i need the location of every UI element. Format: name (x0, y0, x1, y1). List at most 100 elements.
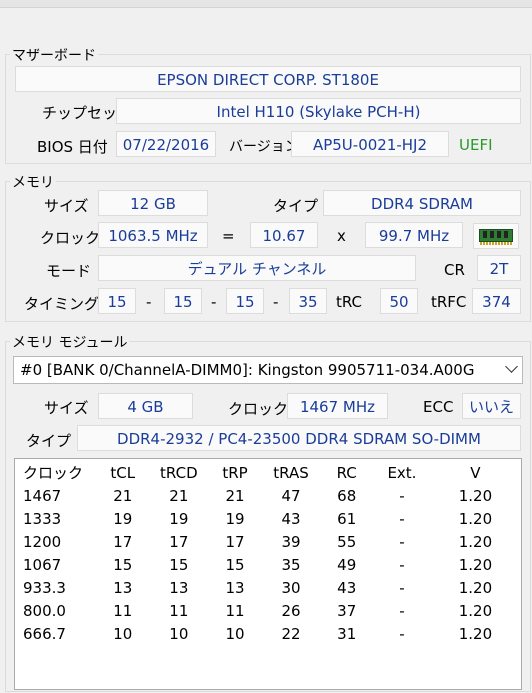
spd-cell: 17 (225, 532, 245, 551)
spd-cell: 15 (113, 555, 133, 574)
motherboard-name: EPSON DIRECT CORP. ST180E (15, 66, 521, 92)
spd-cell: 55 (337, 532, 357, 551)
memory-clock-label: クロック (40, 229, 101, 247)
chipset-value: Intel H110 (Skylake PCH-H) (116, 98, 521, 124)
timing-dash: - (273, 293, 279, 311)
bios-version-value: AP5U-0021-HJ2 (291, 131, 449, 157)
spd-cell: - (399, 578, 405, 597)
spd-cell: 13 (113, 578, 133, 597)
spd-cell: 1.20 (458, 509, 493, 528)
memory-clock-value: 1063.5 MHz (98, 222, 208, 248)
spd-cell: - (399, 624, 405, 643)
spd-cell: 1.20 (458, 486, 493, 505)
spd-cell: 19 (225, 509, 245, 528)
spd-cell: 10 (113, 624, 133, 643)
memory-slot-select[interactable]: #0 [BANK 0/ChannelA-DIMM0]: Kingston 990… (13, 356, 523, 384)
timing-dash: - (211, 293, 217, 311)
trc-value: 50 (380, 288, 418, 314)
spd-cell: 30 (281, 578, 301, 597)
memory-mode-value: デュアル チャンネル (98, 255, 416, 281)
table-row: 800.0 11 11 11 26 37 - 1.20 (15, 599, 521, 622)
cr-value: 2T (477, 255, 521, 281)
uefi-indicator: UEFI (459, 136, 493, 154)
memory-module-icon (473, 223, 519, 249)
memory-size-label: サイズ (44, 197, 89, 215)
trfc-label: tRFC (431, 293, 467, 311)
timing-dash: - (146, 293, 152, 311)
spd-cell: - (399, 509, 405, 528)
spd-cell: 21 (169, 486, 189, 505)
spd-header-tcl: tCL (110, 463, 136, 482)
timing-tcl-value: 15 (98, 288, 136, 314)
module-size-value: 4 GB (98, 393, 193, 419)
trfc-value: 374 (472, 288, 521, 314)
spd-cell: 68 (337, 486, 357, 505)
ecc-value: いいえ (462, 393, 521, 419)
memory-module-group-title: メモリ モジュール (10, 332, 130, 352)
spd-cell: 11 (169, 601, 189, 620)
memory-bclk-value: 99.7 MHz (365, 222, 463, 248)
spd-cell: 11 (225, 601, 245, 620)
spd-cell: 19 (113, 509, 133, 528)
spd-cell: 1.20 (458, 532, 493, 551)
spd-cell: 11 (113, 601, 133, 620)
spd-cell: 61 (337, 509, 357, 528)
spd-header-tras: tRAS (273, 463, 309, 482)
spd-cell: 17 (169, 532, 189, 551)
spd-cell: 19 (169, 509, 189, 528)
memory-mode-label: モード (46, 262, 92, 280)
spd-cell: 31 (337, 624, 357, 643)
timing-trp-value: 15 (226, 288, 264, 314)
spd-cell: 933.3 (23, 578, 66, 597)
cr-label: CR (444, 261, 465, 279)
spd-cell: 17 (113, 532, 133, 551)
spd-cell: 13 (225, 578, 245, 597)
spd-cell: 43 (337, 578, 357, 597)
motherboard-group-title: マザーボード (10, 45, 98, 65)
memory-type-value: DDR4 SDRAM (323, 190, 521, 216)
spd-cell: - (399, 532, 405, 551)
spd-header-ext: Ext. (387, 463, 417, 482)
spd-header-row: クロック tCL tRCD tRP tRAS RC Ext. V (15, 461, 521, 484)
bios-date-value: 07/22/2016 (116, 131, 216, 157)
module-clock-value: 1467 MHz (287, 393, 388, 419)
module-type-label: タイプ (26, 432, 72, 450)
spd-cell: 49 (337, 555, 357, 574)
spd-cell: 43 (281, 509, 301, 528)
spd-header-trcd: tRCD (160, 463, 198, 482)
spd-cell: 21 (225, 486, 245, 505)
table-row: 1200 17 17 17 39 55 - 1.20 (15, 530, 521, 553)
memory-type-label: タイプ (273, 197, 319, 215)
spd-cell: 15 (169, 555, 189, 574)
spd-cell: - (399, 555, 405, 574)
spd-cell: 22 (281, 624, 301, 643)
spd-cell: 47 (281, 486, 301, 505)
spd-cell: 10 (225, 624, 245, 643)
table-row: 1467 21 21 21 47 68 - 1.20 (15, 484, 521, 507)
spd-cell: 37 (337, 601, 357, 620)
memory-timing-label: タイミング (24, 295, 100, 313)
trc-label: tRC (336, 293, 363, 311)
spd-cell: 26 (281, 601, 301, 620)
spd-timing-table: クロック tCL tRCD tRP tRAS RC Ext. V 1467 21… (14, 458, 522, 690)
memory-group-title: メモリ (10, 172, 56, 192)
ecc-label: ECC (423, 398, 454, 416)
window-top-strip (0, 0, 532, 8)
spd-cell: 39 (281, 532, 301, 551)
spd-cell: 666.7 (23, 624, 66, 643)
spd-cell: 1067 (23, 555, 62, 574)
chevron-down-icon[interactable] (505, 360, 518, 373)
spd-cell: 1.20 (458, 601, 493, 620)
memory-size-value: 12 GB (98, 190, 208, 216)
spd-cell: 10 (169, 624, 189, 643)
table-row: 666.7 10 10 10 22 31 - 1.20 (15, 622, 521, 645)
spd-cell: 800.0 (23, 601, 66, 620)
spd-cell: - (399, 486, 405, 505)
module-type-value: DDR4-2932 / PC4-23500 DDR4 SDRAM SO-DIMM (77, 425, 521, 451)
module-clock-label: クロック (228, 400, 289, 418)
table-row: 1067 15 15 15 35 49 - 1.20 (15, 553, 521, 576)
table-row: 933.3 13 13 13 30 43 - 1.20 (15, 576, 521, 599)
spd-cell: 1333 (23, 509, 62, 528)
timing-trcd-value: 15 (164, 288, 202, 314)
timing-tras-value: 35 (289, 288, 327, 314)
